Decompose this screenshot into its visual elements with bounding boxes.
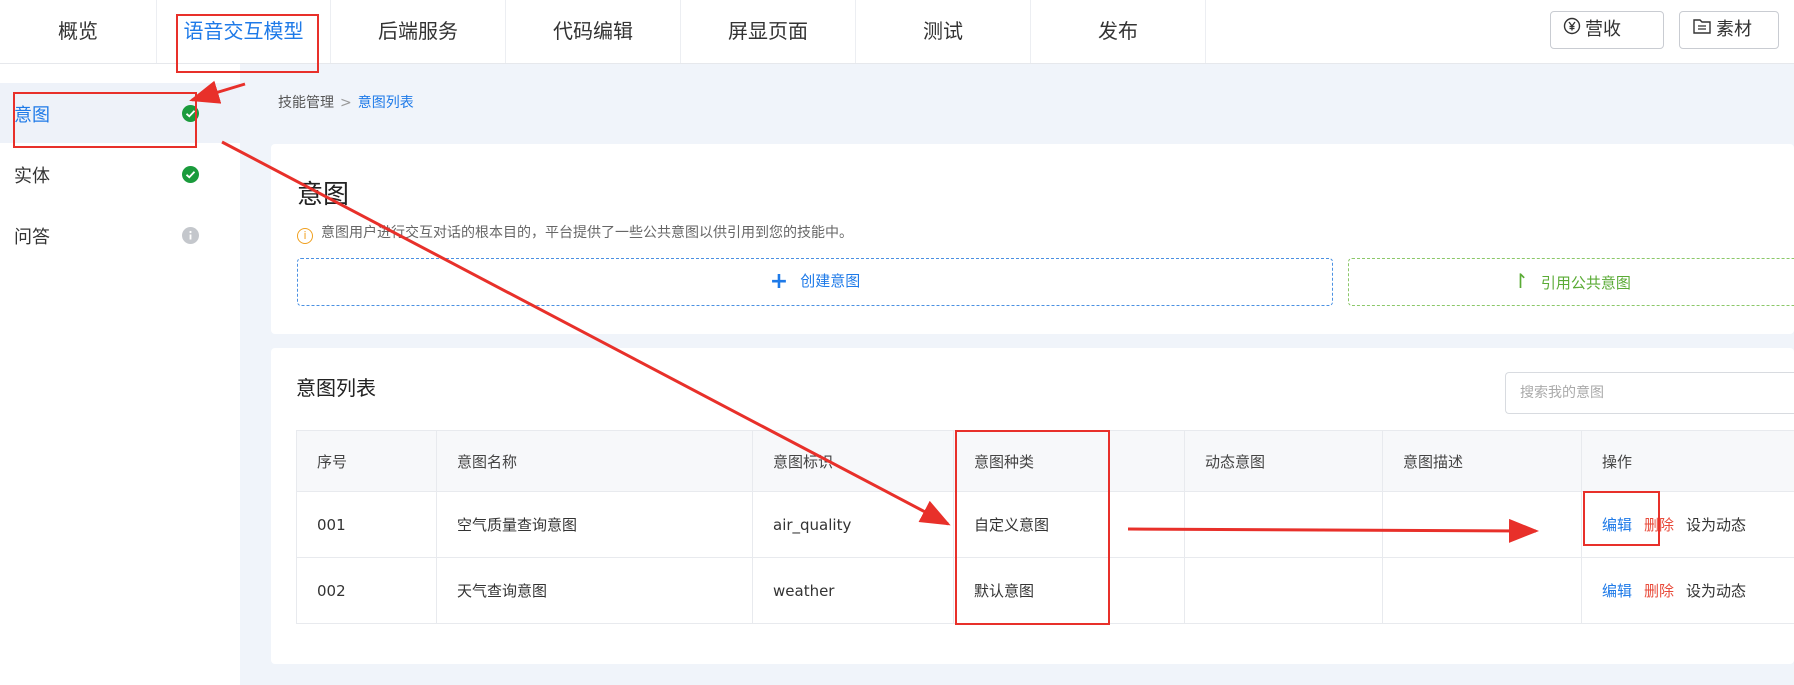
tab-publish[interactable]: 发布 [1031, 0, 1206, 63]
cell-id: air_quality [752, 491, 954, 558]
sidebar-item-label: 问答 [14, 227, 50, 248]
table-row: 002 天气查询意图 weather 默认意图 编辑 删除 设为动态 [296, 557, 1794, 624]
plus-icon: + [769, 269, 789, 294]
cell-kind: 自定义意图 [953, 491, 1185, 558]
cell-name: 空气质量查询意图 [436, 491, 753, 558]
cell-name: 天气查询意图 [436, 557, 753, 624]
page-title: 意图 [297, 180, 350, 210]
create-intent-label: 创建意图 [800, 272, 861, 290]
material-button[interactable]: 素材 [1679, 11, 1779, 49]
delete-link[interactable]: 删除 [1644, 516, 1674, 534]
cell-kind: 默认意图 [953, 557, 1185, 624]
intent-hint: i 意图用户进行交互对话的根本目的，平台提供了一些公共意图以供引用到您的技能中。 [297, 222, 853, 244]
column-header-desc: 意图描述 [1382, 430, 1582, 492]
revenue-button[interactable]: 营收 [1550, 11, 1664, 49]
edit-link[interactable]: 编辑 [1602, 582, 1632, 600]
column-header-no: 序号 [296, 430, 437, 492]
set-dynamic-link[interactable]: 设为动态 [1686, 582, 1746, 600]
delete-link[interactable]: 删除 [1644, 582, 1674, 600]
yen-icon [1563, 12, 1581, 48]
hint-text: 意图用户进行交互对话的根本目的，平台提供了一些公共意图以供引用到您的技能中。 [321, 225, 853, 241]
tab-overview[interactable]: 概览 [0, 0, 157, 63]
folder-icon [1692, 12, 1712, 48]
intent-list-card: 意图列表 搜索我的意图 序号 意图名称 意图标识 意图种类 动态意图 意图描述 … [271, 348, 1794, 664]
check-icon [182, 105, 199, 122]
intent-card: 意图 i 意图用户进行交互对话的根本目的，平台提供了一些公共意图以供引用到您的技能… [271, 144, 1794, 334]
breadcrumb-current: 意图列表 [357, 95, 414, 111]
cell-desc [1382, 491, 1582, 558]
cell-no: 002 [296, 557, 437, 624]
top-navigation: 概览 语音交互模型 后端服务 代码编辑 屏显页面 测试 发布 营收 素材 [0, 0, 1794, 64]
revenue-label: 营收 [1585, 19, 1621, 40]
sidebar-item-intent[interactable]: 意图 [0, 83, 240, 143]
tab-test[interactable]: 测试 [856, 0, 1031, 63]
breadcrumb: 技能管理 > 意图列表 [278, 92, 414, 112]
edit-link[interactable]: 编辑 [1602, 516, 1632, 534]
set-dynamic-link[interactable]: 设为动态 [1686, 516, 1746, 534]
breadcrumb-parent[interactable]: 技能管理 [278, 95, 334, 111]
cell-actions: 编辑 删除 设为动态 [1581, 557, 1794, 624]
column-header-dynamic: 动态意图 [1184, 430, 1383, 492]
check-icon [182, 166, 199, 183]
breadcrumb-separator: > [340, 95, 352, 111]
column-header-actions: 操作 [1581, 430, 1794, 492]
reference-public-intent-button[interactable]: ↾ 引用公共意图 [1348, 258, 1794, 306]
sidebar-item-label: 意图 [14, 105, 50, 126]
cell-dynamic [1184, 491, 1383, 558]
column-header-id: 意图标识 [752, 430, 954, 492]
sidebar-item-label: 实体 [14, 166, 50, 187]
create-intent-button[interactable]: + 创建意图 [297, 258, 1333, 306]
tab-voice-interaction-model[interactable]: 语音交互模型 [157, 0, 331, 63]
cell-desc [1382, 557, 1582, 624]
sidebar: 意图 实体 问答 [0, 64, 240, 685]
tab-backend-service[interactable]: 后端服务 [331, 0, 506, 63]
cell-id: weather [752, 557, 954, 624]
table-header-row: 序号 意图名称 意图标识 意图种类 动态意图 意图描述 操作 [296, 430, 1794, 492]
tab-code-editor[interactable]: 代码编辑 [506, 0, 681, 63]
info-icon [182, 227, 199, 244]
search-input[interactable]: 搜索我的意图 [1505, 372, 1794, 414]
sidebar-item-entity[interactable]: 实体 [0, 144, 240, 204]
cell-dynamic [1184, 557, 1383, 624]
tab-screen-page[interactable]: 屏显页面 [681, 0, 856, 63]
intent-table: 序号 意图名称 意图标识 意图种类 动态意图 意图描述 操作 001 空气质量查… [296, 430, 1794, 624]
sidebar-item-qa[interactable]: 问答 [0, 205, 240, 265]
arrow-up-icon: ↾ [1512, 269, 1529, 293]
info-circle-icon: i [297, 228, 313, 244]
cell-no: 001 [296, 491, 437, 558]
cell-actions: 编辑 删除 设为动态 [1581, 491, 1794, 558]
column-header-name: 意图名称 [436, 430, 753, 492]
list-title: 意图列表 [296, 376, 376, 400]
column-header-kind: 意图种类 [953, 430, 1185, 492]
table-row: 001 空气质量查询意图 air_quality 自定义意图 编辑 删除 设为动态 [296, 491, 1794, 558]
material-label: 素材 [1716, 19, 1752, 40]
reference-public-intent-label: 引用公共意图 [1540, 274, 1631, 292]
